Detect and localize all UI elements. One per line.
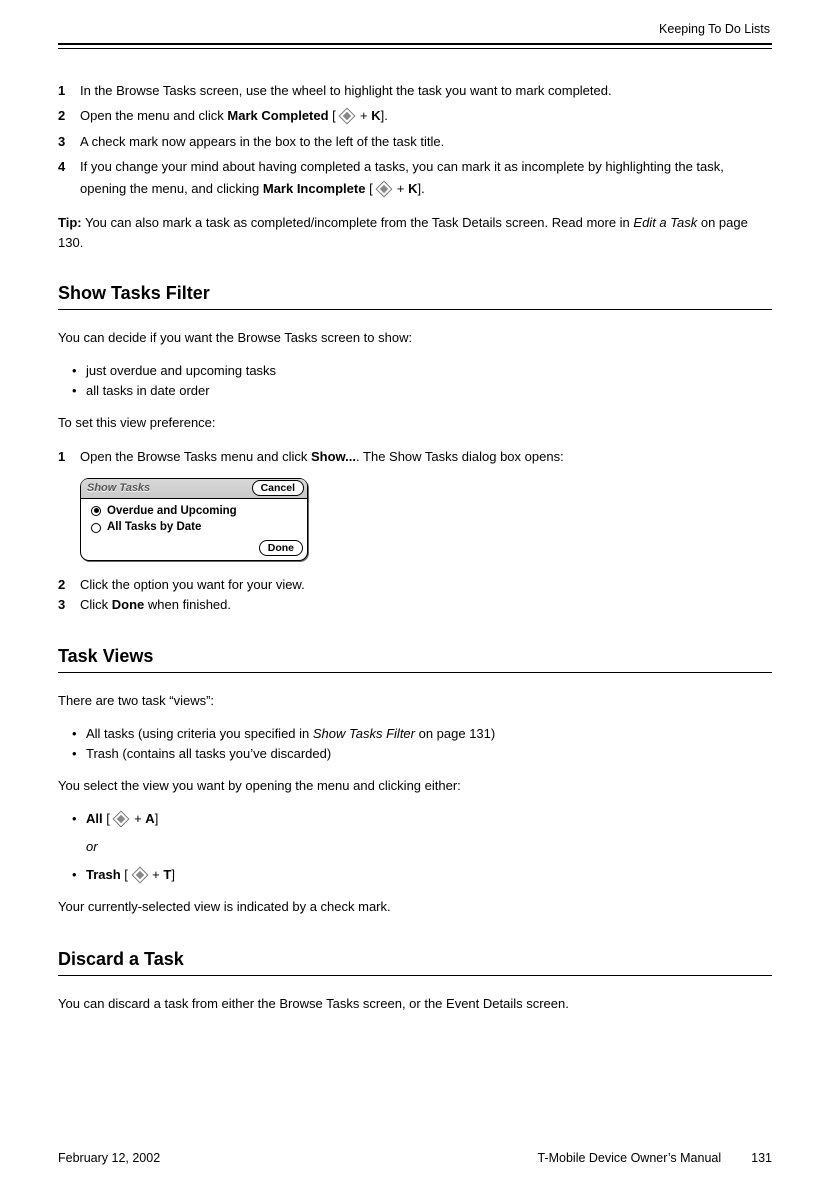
menu-key-icon — [113, 811, 130, 828]
or-text: or — [86, 839, 98, 854]
step-number: 2 — [58, 575, 80, 595]
list-item: Trash (contains all tasks you’ve discard… — [72, 744, 772, 764]
views-list: All tasks (using criteria you specified … — [72, 724, 772, 764]
step-2: 2 Open the menu and click Mark Completed… — [58, 105, 772, 126]
filter-step-3: 3 Click Done when finished. — [58, 595, 772, 615]
tip-paragraph: Tip: You can also mark a task as complet… — [58, 213, 772, 252]
header-rule — [58, 43, 772, 49]
discard-text: You can discard a task from either the B… — [58, 994, 772, 1015]
shortcut-key: K — [371, 108, 380, 123]
dialog-titlebar: Show Tasks Cancel — [81, 479, 307, 499]
views-intro: There are two task “views”: — [58, 691, 772, 712]
radio-label: Overdue and Upcoming — [107, 503, 237, 520]
list-item: just overdue and upcoming tasks — [72, 361, 772, 381]
main-content: 1 In the Browse Tasks screen, use the wh… — [58, 46, 772, 1015]
step-number: 1 — [58, 80, 80, 101]
step-3: 3 A check mark now appears in the box to… — [58, 131, 772, 152]
filter-step-1: 1 Open the Browse Tasks menu and click S… — [58, 446, 772, 467]
view-trash: Trash — [86, 867, 121, 882]
list-item-all: All [ + A] — [72, 809, 772, 829]
tip-label: Tip: — [58, 215, 82, 230]
menu-key-icon — [339, 108, 356, 125]
page: Keeping To Do Lists 1 In the Browse Task… — [0, 0, 824, 1198]
dialog-body: Overdue and Upcoming All Tasks by Date — [81, 499, 307, 538]
step-number: 2 — [58, 105, 80, 126]
page-footer: February 12, 2002 T-Mobile Device Owner’… — [58, 1149, 772, 1168]
dialog-footer: Done — [81, 538, 307, 560]
step-text: Click the option you want for your view. — [80, 575, 772, 595]
radio-overdue-upcoming[interactable]: Overdue and Upcoming — [91, 503, 299, 520]
step-number: 3 — [58, 595, 80, 615]
step-text: If you change your mind about having com… — [80, 156, 772, 199]
menu-show: Show... — [311, 449, 356, 464]
heading-rule — [58, 309, 772, 310]
filter-step-2: 2 Click the option you want for your vie… — [58, 575, 772, 595]
cancel-button[interactable]: Cancel — [252, 480, 304, 496]
list-item-or: or — [72, 837, 772, 857]
heading-task-views: Task Views — [58, 643, 772, 670]
view-all: All — [86, 811, 103, 826]
filter-set-pref: To set this view preference: — [58, 413, 772, 434]
step-4: 4 If you change your mind about having c… — [58, 156, 772, 199]
radio-icon — [91, 506, 101, 516]
dialog-title: Show Tasks — [87, 480, 252, 497]
heading-rule — [58, 975, 772, 976]
shortcut-key: A — [145, 811, 154, 826]
menu-key-icon — [131, 867, 148, 884]
radio-all-tasks-by-date[interactable]: All Tasks by Date — [91, 519, 299, 536]
filter-intro: You can decide if you want the Browse Ta… — [58, 328, 772, 349]
views-shortcut-list: All [ + A] or Trash [ + T] — [72, 809, 772, 885]
menu-mark-incomplete: Mark Incomplete — [263, 181, 366, 196]
step-text: In the Browse Tasks screen, use the whee… — [80, 80, 772, 101]
list-item-trash: Trash [ + T] — [72, 865, 772, 885]
filter-options-list: just overdue and upcoming tasks all task… — [72, 361, 772, 401]
heading-discard-task: Discard a Task — [58, 946, 772, 973]
heading-show-tasks-filter: Show Tasks Filter — [58, 280, 772, 307]
radio-label: All Tasks by Date — [107, 519, 201, 536]
show-tasks-dialog-figure: Show Tasks Cancel Overdue and Upcoming A… — [80, 478, 772, 561]
crossref-edit-task: Edit a Task — [633, 215, 697, 230]
show-tasks-dialog: Show Tasks Cancel Overdue and Upcoming A… — [80, 478, 308, 561]
radio-icon — [91, 523, 101, 533]
views-select: You select the view you want by opening … — [58, 776, 772, 797]
step-1: 1 In the Browse Tasks screen, use the wh… — [58, 80, 772, 101]
footer-page-number: 131 — [751, 1149, 772, 1168]
footer-title: T-Mobile Device Owner’s Manual — [538, 1149, 722, 1168]
step-number: 3 — [58, 131, 80, 152]
header-area: Keeping To Do Lists — [58, 20, 772, 46]
running-head: Keeping To Do Lists — [58, 20, 772, 43]
filter-steps: 1 Open the Browse Tasks menu and click S… — [58, 446, 772, 467]
heading-rule — [58, 672, 772, 673]
done-button[interactable]: Done — [259, 540, 303, 556]
done-text: Done — [112, 597, 145, 612]
views-end: Your currently-selected view is indicate… — [58, 897, 772, 918]
step-number: 4 — [58, 156, 80, 199]
footer-date: February 12, 2002 — [58, 1149, 160, 1168]
filter-steps-cont: 2 Click the option you want for your vie… — [58, 575, 772, 615]
menu-key-icon — [376, 180, 393, 197]
mark-complete-steps: 1 In the Browse Tasks screen, use the wh… — [58, 80, 772, 199]
step-text: Click Done when finished. — [80, 595, 772, 615]
crossref-show-tasks-filter: Show Tasks Filter — [313, 726, 415, 741]
step-number: 1 — [58, 446, 80, 467]
shortcut-key: K — [408, 181, 417, 196]
step-text: Open the menu and click Mark Completed [… — [80, 105, 772, 126]
list-item: all tasks in date order — [72, 381, 772, 401]
menu-mark-completed: Mark Completed — [227, 108, 328, 123]
step-text: Open the Browse Tasks menu and click Sho… — [80, 446, 772, 467]
list-item: All tasks (using criteria you specified … — [72, 724, 772, 744]
step-text: A check mark now appears in the box to t… — [80, 131, 772, 152]
